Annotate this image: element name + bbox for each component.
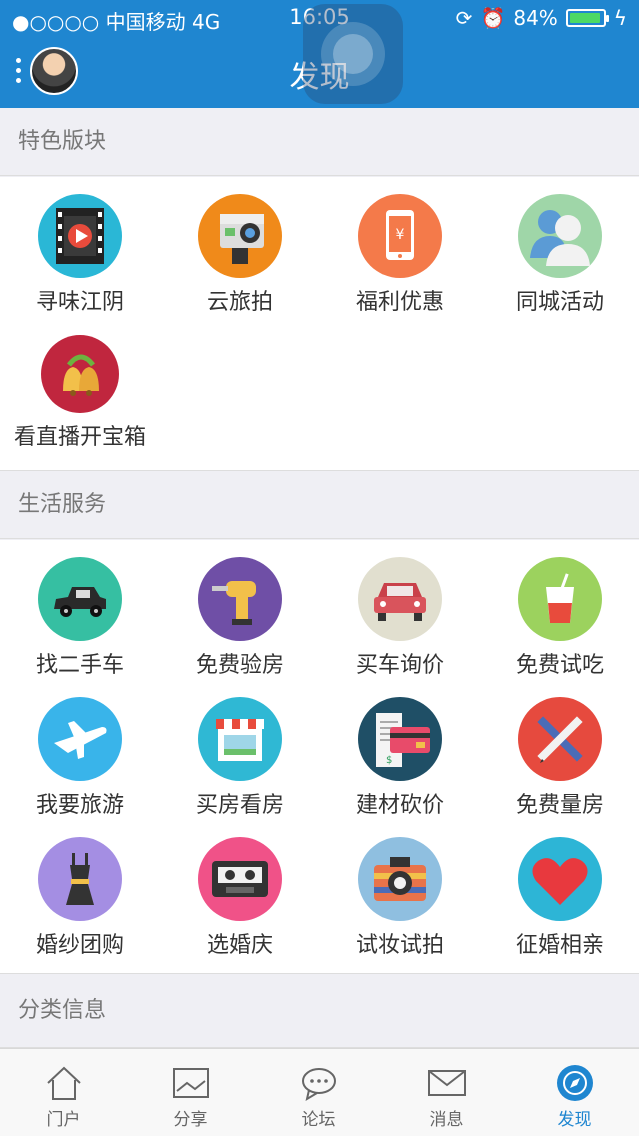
charging-icon: ϟ bbox=[613, 6, 627, 30]
rotation-lock-icon: ⟳ bbox=[455, 6, 473, 30]
grid-item-fuli-youhui[interactable]: ¥ 福利优惠 bbox=[320, 194, 480, 316]
grid-item-wedding-planning[interactable]: 选婚庆 bbox=[160, 837, 320, 959]
ruler-pencil-icon bbox=[518, 697, 602, 781]
people-icon bbox=[518, 194, 602, 278]
section-title-life-services: 生活服务 bbox=[0, 471, 639, 539]
grid-item-matchmaking[interactable]: 征婚相亲 bbox=[480, 837, 639, 959]
car-icon bbox=[358, 557, 442, 641]
tab-discover[interactable]: 发现 bbox=[511, 1049, 638, 1136]
action-camera-icon bbox=[198, 194, 282, 278]
life-services-grid: 找二手车 免费验房 买车询价 免费试吃 我要旅游 买房看房 $ 建材砍价 免费量… bbox=[0, 540, 639, 974]
svg-text:$: $ bbox=[386, 755, 392, 766]
image-icon bbox=[171, 1063, 211, 1103]
bells-icon bbox=[41, 335, 119, 413]
cassette-icon bbox=[198, 837, 282, 921]
home-icon bbox=[44, 1063, 84, 1103]
svg-text:¥: ¥ bbox=[396, 227, 405, 243]
grid-item-live-treasure[interactable]: 看直播开宝箱 bbox=[0, 335, 160, 451]
grid-item-car-price[interactable]: 买车询价 bbox=[320, 557, 480, 679]
airplane-icon bbox=[38, 697, 122, 781]
shop-icon bbox=[198, 697, 282, 781]
vintage-car-icon bbox=[38, 557, 122, 641]
grid-item-travel[interactable]: 我要旅游 bbox=[0, 697, 160, 819]
grid-item-materials-bargain[interactable]: $ 建材砍价 bbox=[320, 697, 480, 819]
compass-icon bbox=[555, 1063, 595, 1103]
film-icon bbox=[38, 194, 122, 278]
grid-item-tongcheng-huodong[interactable]: 同城活动 bbox=[480, 194, 639, 316]
drill-icon bbox=[198, 557, 282, 641]
grid-item-free-tasting[interactable]: 免费试吃 bbox=[480, 557, 639, 679]
mail-icon bbox=[427, 1063, 467, 1103]
tab-share[interactable]: 分享 bbox=[127, 1049, 254, 1136]
chat-icon bbox=[299, 1063, 339, 1103]
app-header: ●○○○○ 中国移动 4G 16:05 ⟳ ⏰ 84% ϟ 发现 bbox=[0, 0, 639, 108]
grid-item-makeup-photo[interactable]: 试妆试拍 bbox=[320, 837, 480, 959]
tab-portal[interactable]: 门户 bbox=[0, 1049, 127, 1136]
phone-yuan-icon: ¥ bbox=[358, 194, 442, 278]
grid-item-house-viewing[interactable]: 买房看房 bbox=[160, 697, 320, 819]
heart-icon bbox=[518, 837, 602, 921]
tab-forum[interactable]: 论坛 bbox=[255, 1049, 382, 1136]
section-title-featured: 特色版块 bbox=[0, 108, 639, 176]
grid-item-wedding-dress[interactable]: 婚纱团购 bbox=[0, 837, 160, 959]
battery-icon bbox=[565, 9, 609, 27]
bottom-tab-bar: 门户 分享 论坛 消息 发现 bbox=[0, 1048, 639, 1136]
grid-item-xunwei-jiangyin[interactable]: 寻味江阴 bbox=[0, 194, 160, 316]
assistive-touch-button[interactable] bbox=[303, 4, 403, 104]
grid-item-free-measure[interactable]: 免费量房 bbox=[480, 697, 639, 819]
featured-grid: 寻味江阴 云旅拍 ¥ 福利优惠 同城活动 看直播开宝箱 bbox=[0, 177, 639, 471]
grid-item-house-inspection[interactable]: 免费验房 bbox=[160, 557, 320, 679]
battery-percent: 84% bbox=[513, 6, 558, 30]
card-receipt-icon: $ bbox=[358, 697, 442, 781]
grid-item-yun-lvpai[interactable]: 云旅拍 bbox=[160, 194, 320, 316]
tab-messages[interactable]: 消息 bbox=[383, 1049, 510, 1136]
drink-icon bbox=[518, 557, 602, 641]
alarm-icon: ⏰ bbox=[480, 6, 506, 30]
dress-icon bbox=[38, 837, 122, 921]
camera-icon bbox=[358, 837, 442, 921]
section-title-classified: 分类信息 bbox=[0, 974, 639, 1048]
grid-item-used-car[interactable]: 找二手车 bbox=[0, 557, 160, 679]
